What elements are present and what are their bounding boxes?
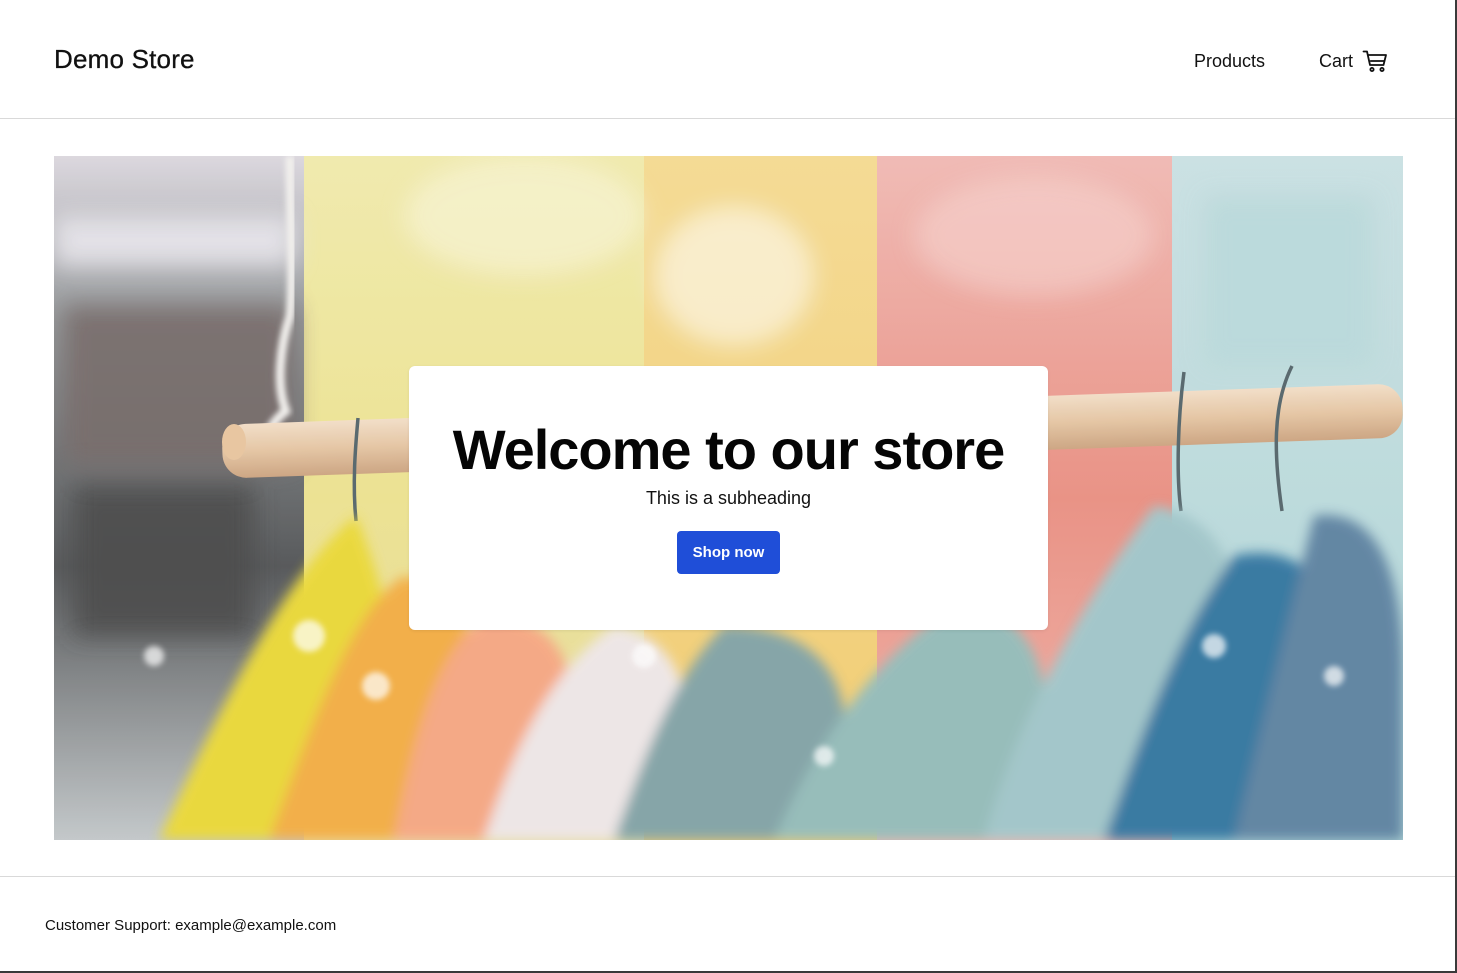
site-header: Demo Store Products Cart (0, 0, 1455, 119)
support-label: Customer Support: (45, 917, 171, 934)
nav-link-cart[interactable]: Cart (1319, 48, 1388, 74)
nav-link-products[interactable]: Products (1194, 51, 1265, 72)
support-email-link[interactable]: example@example.com (175, 917, 336, 934)
brand-logo-link[interactable]: Demo Store (54, 44, 195, 75)
hero-banner: Welcome to our store This is a subheadin… (54, 156, 1403, 840)
site-footer: Customer Support: example@example.com (0, 876, 1455, 971)
hero-card: Welcome to our store This is a subheadin… (409, 366, 1048, 630)
main-nav: Products Cart (1194, 48, 1388, 74)
customer-support: Customer Support: example@example.com (45, 917, 336, 934)
hero-title: Welcome to our store (452, 418, 1006, 481)
shop-now-button[interactable]: Shop now (677, 531, 780, 574)
hero-subtitle: This is a subheading (645, 488, 812, 508)
cart-label: Cart (1318, 50, 1353, 71)
cart-icon (1362, 48, 1388, 74)
